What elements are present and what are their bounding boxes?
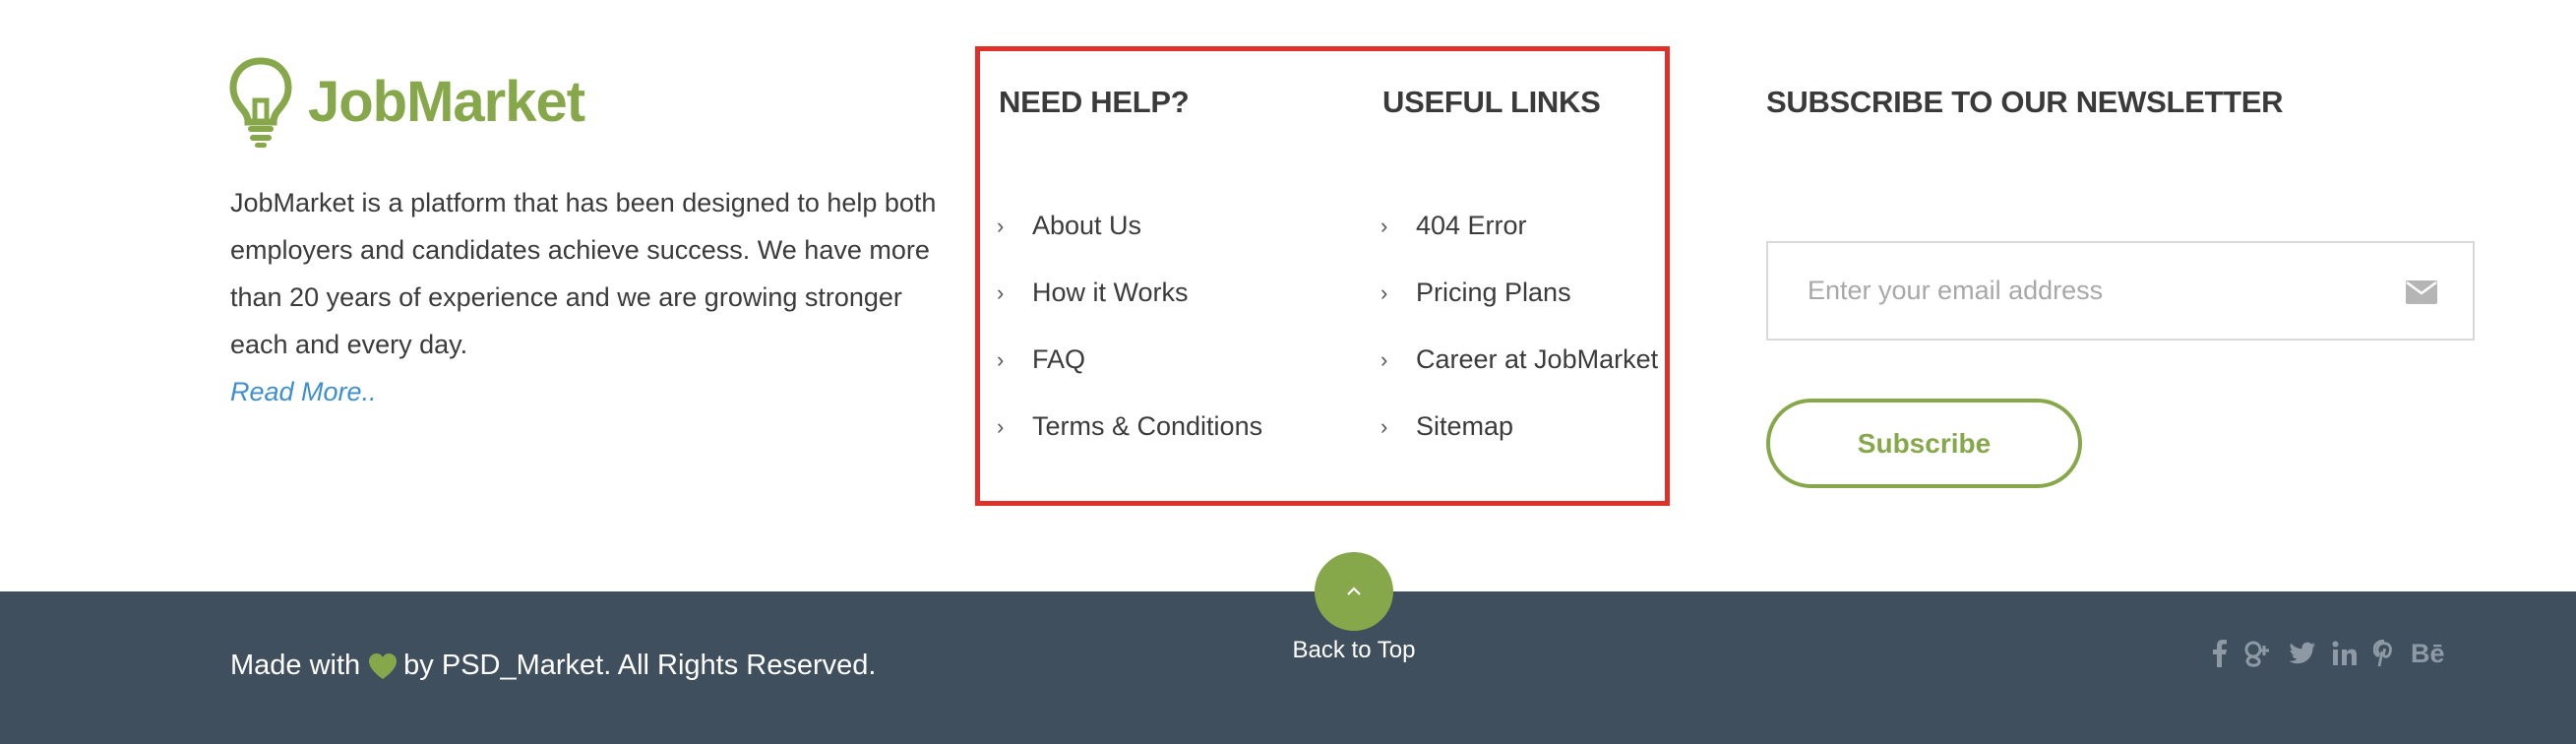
rights-label: by PSD_Market. All Rights Reserved. [403, 650, 877, 681]
social-links: Bē [2212, 638, 2461, 669]
chevron-up-icon [1347, 587, 1361, 595]
envelope-icon[interactable] [2406, 280, 2437, 304]
need-help-item-faq[interactable]: › FAQ [997, 344, 1085, 375]
pinterest-icon[interactable] [2373, 638, 2395, 669]
useful-links-item-404[interactable]: › 404 Error [1380, 211, 1527, 241]
newsletter-title: SUBSCRIBE TO OUR NEWSLETTER [1766, 85, 2284, 119]
heart-icon [369, 652, 398, 679]
chevron-right-icon: › [997, 413, 1005, 439]
chevron-right-icon: › [997, 346, 1005, 372]
copyright-text: Made with by PSD_Market. All Rights Rese… [230, 650, 876, 682]
chevron-right-icon: › [997, 213, 1005, 238]
link-label: Pricing Plans [1416, 278, 1571, 307]
link-label: Sitemap [1416, 411, 1514, 441]
link-label: About Us [1032, 211, 1142, 240]
chevron-right-icon: › [1380, 279, 1388, 305]
brand-logo[interactable]: JobMarket [229, 57, 585, 148]
need-help-title: NEED HELP? [999, 85, 1190, 119]
back-to-top-label[interactable]: Back to Top [1279, 637, 1429, 664]
useful-links-item-pricing[interactable]: › Pricing Plans [1380, 278, 1571, 308]
behance-icon[interactable]: Bē [2411, 638, 2445, 669]
need-help-item-about-us[interactable]: › About Us [997, 211, 1141, 241]
brand-name: JobMarket [308, 70, 585, 134]
link-label: How it Works [1032, 278, 1189, 307]
need-help-item-how-it-works[interactable]: › How it Works [997, 278, 1189, 308]
email-field-wrapper [1766, 241, 2475, 341]
useful-links-title: USEFUL LINKS [1382, 85, 1601, 119]
chevron-right-icon: › [997, 279, 1005, 305]
twitter-icon[interactable] [2289, 638, 2316, 669]
subscribe-button[interactable]: Subscribe [1766, 399, 2082, 488]
chevron-right-icon: › [1380, 413, 1388, 439]
about-text: JobMarket is a platform that has been de… [230, 188, 937, 359]
made-with-label: Made with [230, 650, 361, 681]
google-plus-icon[interactable] [2243, 638, 2273, 669]
chevron-right-icon: › [1380, 213, 1388, 238]
linkedin-icon[interactable] [2332, 638, 2358, 669]
read-more-link[interactable]: Read More.. [230, 368, 377, 415]
link-label: Terms & Conditions [1032, 411, 1263, 441]
need-help-item-terms[interactable]: › Terms & Conditions [997, 411, 1262, 442]
useful-links-item-sitemap[interactable]: › Sitemap [1380, 411, 1513, 442]
lightbulb-icon [229, 57, 292, 148]
email-input[interactable] [1806, 275, 2380, 307]
link-label: Career at JobMarket [1416, 344, 1659, 374]
back-to-top-button[interactable] [1315, 552, 1393, 631]
facebook-icon[interactable] [2212, 638, 2228, 669]
link-label: 404 Error [1416, 211, 1527, 240]
useful-links-item-career[interactable]: › Career at JobMarket [1380, 344, 1658, 375]
link-label: FAQ [1032, 344, 1086, 374]
chevron-right-icon: › [1380, 346, 1388, 372]
